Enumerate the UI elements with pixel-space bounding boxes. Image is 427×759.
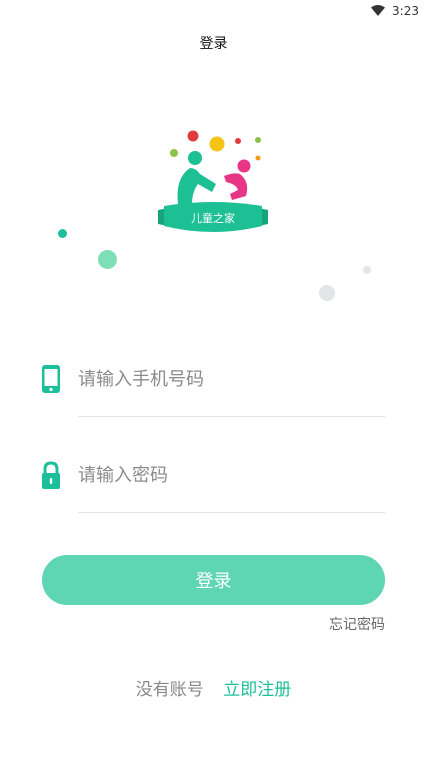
app-logo: 儿童之家 [158,130,268,232]
password-underline [78,512,385,513]
green-child-head [188,151,202,165]
phone-input[interactable] [78,362,378,396]
green-child-body [177,168,216,204]
decorative-dot [319,285,335,301]
logo-text: 儿童之家 [191,211,235,225]
decorative-dot [98,250,117,269]
phone-underline [78,416,385,417]
logo-dot-red [187,130,199,142]
page-title: 登录 [199,36,228,52]
password-field [40,448,385,513]
status-time: 3:23 [392,4,419,18]
logo-dot-orange [255,155,261,161]
lock-icon [42,461,60,489]
decorative-dot [58,229,67,238]
logo-dot-green [170,149,178,157]
register-row: 没有账号 立即注册 [0,675,427,700]
no-account-text: 没有账号 [135,680,204,700]
status-bar: 3:23 [0,0,427,24]
phone-icon [42,365,60,393]
pink-child-body [224,173,248,200]
logo-dot-right-green [255,137,261,143]
logo-dot-small-red [235,138,241,144]
forgot-password-link[interactable]: 忘记密码 [329,614,385,634]
register-link[interactable]: 立即注册 [223,680,291,700]
pink-child-head [237,159,251,173]
password-input[interactable] [78,458,378,492]
phone-field [40,352,385,417]
logo-dot-yellow [209,136,225,152]
decorative-dot [363,266,371,274]
login-button[interactable]: 登录 [42,555,385,605]
wifi-icon [371,5,385,16]
